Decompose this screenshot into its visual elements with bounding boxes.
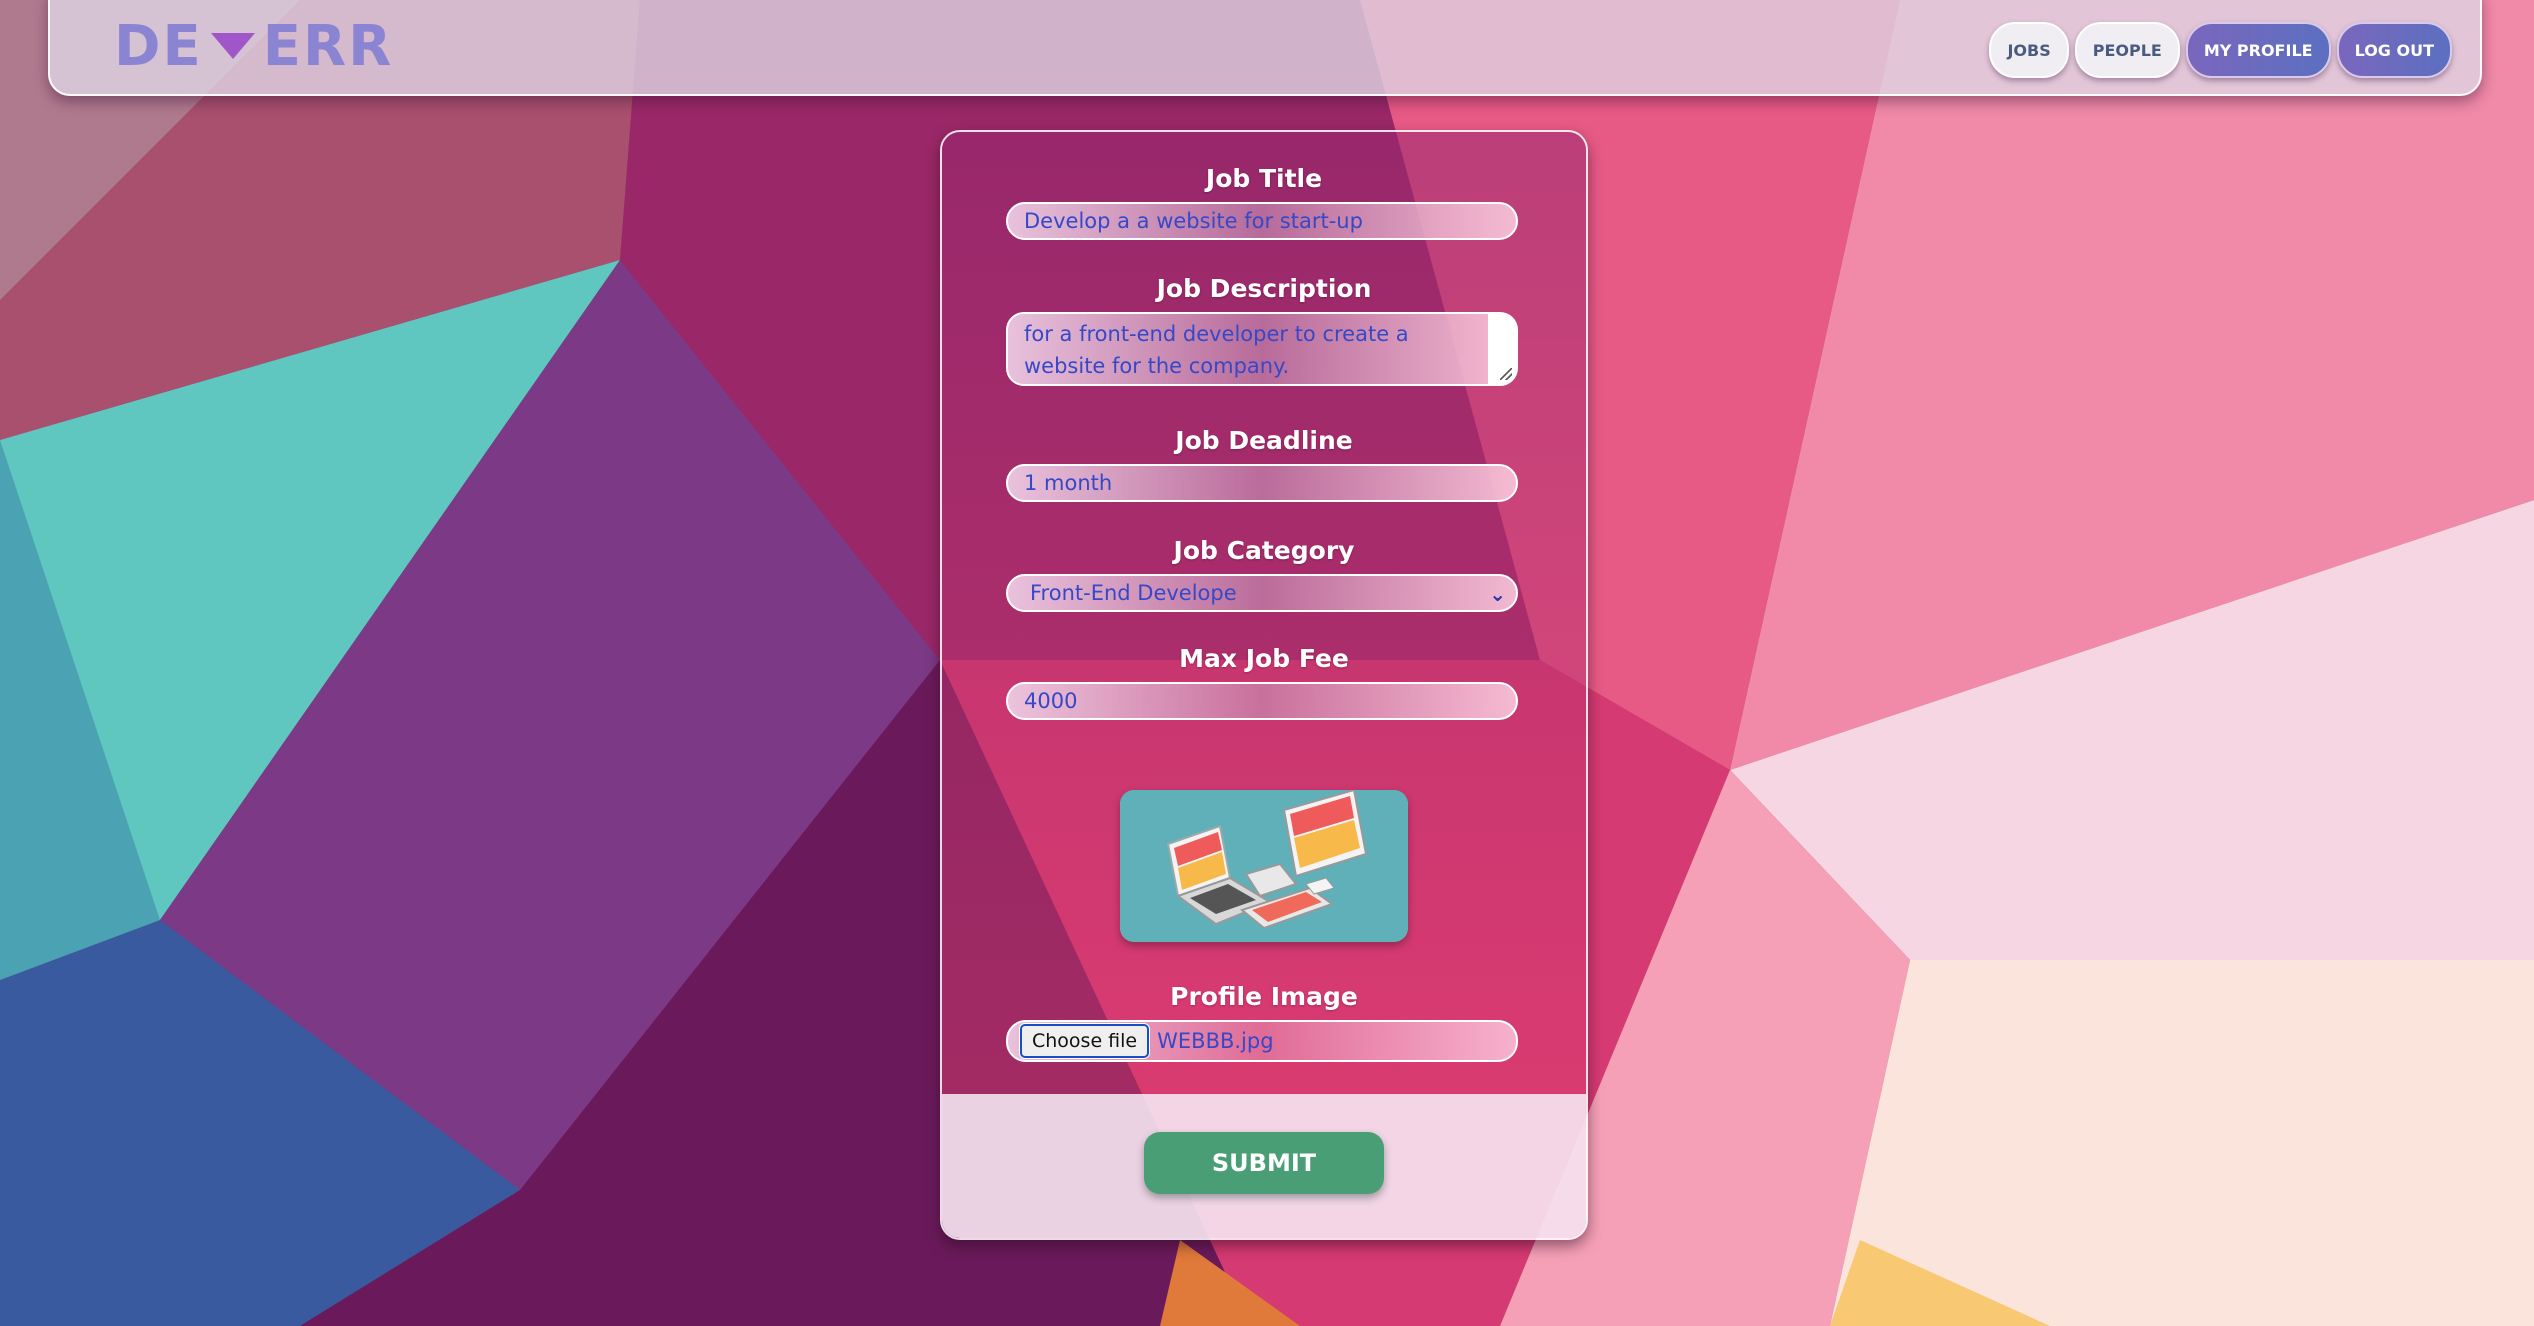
devices-illustration-icon [1120,790,1408,942]
logo-text-right: ERR [262,13,394,79]
choose-file-button[interactable]: Choose file [1020,1024,1150,1058]
selected-file-name: WEBBB.jpg [1157,1029,1274,1053]
logo-triangle-icon [210,33,255,59]
max-job-fee-input[interactable]: 4000 [1006,682,1518,720]
resize-handle-icon[interactable] [1488,314,1516,384]
image-preview [1120,790,1408,942]
top-navbar: DE ERR JOBS PEOPLE MY PROFILE LOG OUT [48,0,2482,96]
nav-log-out-button[interactable]: LOG OUT [2336,22,2452,78]
profile-image-label: Profile Image [1170,982,1358,1011]
job-form-card: Job Title Develop a a website for start-… [940,130,1588,1240]
nav-jobs-button[interactable]: JOBS [1989,22,2069,78]
submit-button[interactable]: SUBMIT [1144,1132,1384,1194]
logo-text-left: DE [114,13,203,79]
chevron-down-icon: ⌄ [1489,582,1506,606]
nav-buttons: JOBS PEOPLE MY PROFILE LOG OUT [1989,22,2452,78]
max-job-fee-label: Max Job Fee [1179,644,1349,673]
job-title-label: Job Title [1205,164,1323,193]
job-description-label: Job Description [1156,274,1372,303]
profile-image-file-input[interactable]: Choose file WEBBB.jpg [1006,1020,1518,1062]
job-deadline-input[interactable]: 1 month [1006,464,1518,502]
job-category-label: Job Category [1173,536,1355,565]
nav-my-profile-button[interactable]: MY PROFILE [2185,22,2331,78]
job-deadline-label: Job Deadline [1175,426,1353,455]
job-description-value: for a front-end developer to create a we… [1024,322,1409,378]
job-category-select[interactable]: Front-End Develope ⌄ [1006,574,1518,612]
job-description-textarea[interactable]: for a front-end developer to create a we… [1006,312,1518,386]
nav-people-button[interactable]: PEOPLE [2074,22,2180,78]
job-title-value: Develop a a website for start-up [1024,209,1363,233]
job-title-input[interactable]: Develop a a website for start-up [1006,202,1518,240]
logo[interactable]: DE ERR [114,13,394,79]
max-job-fee-value: 4000 [1024,689,1078,713]
job-deadline-value: 1 month [1024,471,1113,495]
job-category-value: Front-End Develope [1030,581,1237,605]
